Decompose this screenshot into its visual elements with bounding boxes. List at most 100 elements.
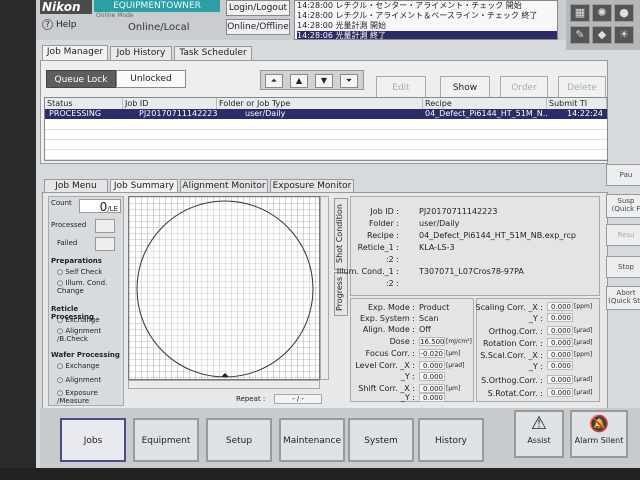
tab-alignment-monitor[interactable]: Alignment Monitor	[180, 179, 268, 192]
table-row[interactable]: PROCESSING PJ20170711142223 user/Daily 0…	[45, 109, 607, 119]
screen: Nikon ? Help EQUIPMENTOWNER Online Mode …	[0, 0, 640, 480]
processed-value	[95, 219, 115, 233]
tool-icon[interactable]: ✎	[570, 26, 590, 44]
scaling-unit: [ppm]	[574, 303, 593, 310]
nikon-logo: Nikon	[40, 0, 92, 14]
nav-system-button[interactable]: System	[348, 418, 414, 462]
scaling-y-value: 0.000	[547, 313, 573, 322]
info-reticle1-label: Reticle_1 :	[357, 243, 399, 252]
status-icon[interactable]: ●	[614, 4, 634, 22]
srotat-value: 0.000	[547, 388, 573, 397]
login-logout-button[interactable]: Login/Logout	[226, 0, 290, 16]
help-button[interactable]: ? Help	[42, 19, 77, 30]
nav-setup-button[interactable]: Setup	[206, 418, 272, 462]
column-header-submit: Submit TI	[547, 98, 607, 109]
table-row[interactable]	[45, 130, 607, 140]
nav-jobs-button[interactable]: Jobs	[60, 418, 126, 462]
current-user: EQUIPMENTOWNER	[94, 0, 220, 12]
focus-unit: [μm]	[446, 350, 461, 357]
step-label: Alignment /B.Check	[57, 327, 102, 343]
tab-progress[interactable]: Progress	[334, 272, 348, 316]
tab-job-summary[interactable]: Job Summary	[110, 179, 178, 192]
info-recipe-label: Recipe :	[367, 231, 399, 240]
sorthog-value: 0.000	[547, 375, 573, 384]
step-label: Exchange	[65, 316, 100, 324]
step-label: Alignment	[65, 376, 102, 384]
cell-folder: user/Daily	[245, 109, 286, 118]
message-line: 14:28:06 光量計測 終了	[297, 31, 557, 39]
scaling-x-label: Scaling Corr. _X :	[475, 303, 543, 312]
assist-label: Assist	[527, 436, 551, 445]
dose-value: 16.500	[419, 337, 445, 346]
sscal-x-label: S.Scal.Corr. _X :	[480, 351, 543, 360]
rotation-label: Rotation Corr. :	[483, 339, 543, 348]
tab-job-menu[interactable]: Job Menu	[44, 179, 108, 192]
nav-equipment-button[interactable]: Equipment	[133, 418, 199, 462]
wafer-map[interactable]	[128, 196, 320, 380]
move-top-icon[interactable]: ⏶	[265, 74, 283, 88]
assist-button[interactable]: ⚠ Assist	[514, 410, 564, 458]
tab-exposure-monitor[interactable]: Exposure Monitor	[270, 179, 354, 192]
resume-button[interactable]: Resu	[606, 224, 640, 246]
wafer-map-graphic	[129, 197, 319, 379]
sscal-x-value: 0.000	[547, 350, 573, 359]
move-up-icon[interactable]: ▲	[290, 74, 308, 88]
table-row[interactable]	[45, 120, 607, 130]
table-row[interactable]	[45, 140, 607, 150]
move-down-icon[interactable]: ▼	[315, 74, 333, 88]
stop-button[interactable]: Stop	[606, 256, 640, 278]
scaling-y-label: _Y :	[528, 314, 543, 323]
tab-job-history[interactable]: Job History	[110, 46, 172, 60]
tab-shot-condition[interactable]: Shot Condition	[334, 198, 348, 270]
repeat-label: Repeat :	[236, 395, 266, 403]
online-offline-button[interactable]: Online/Offline	[226, 19, 290, 35]
srotat-label: S.Rotat.Corr. :	[487, 389, 543, 398]
message-line: 14:28:00 レチクル・アライメント＆ベースライン・チェック 終了	[297, 11, 538, 20]
pause-button[interactable]: Pau	[606, 164, 640, 186]
queue-lock-button[interactable]: Queue Lock	[46, 70, 116, 88]
column-header-folder: Folder or Job Type	[217, 98, 423, 109]
wafer-vertical-scrollbar[interactable]	[320, 196, 329, 380]
grid-icon[interactable]: ▦	[570, 4, 590, 22]
message-line: 14:28:00 レチクル・センター・アライメント・チェック 開始	[297, 1, 522, 10]
alarm-silent-label: Alarm Silent	[574, 436, 624, 445]
sscal-unit: [ppm]	[574, 351, 593, 358]
tab-job-manager[interactable]: Job Manager	[42, 45, 108, 60]
step-self-check: ○ Self Check	[57, 268, 103, 276]
rotation-value: 0.000	[547, 338, 573, 347]
shift-unit: [μm]	[446, 385, 461, 392]
nav-maintenance-button[interactable]: Maintenance	[279, 418, 345, 462]
shift-x-label: Shift Corr. _X :	[358, 384, 415, 393]
table-row[interactable]	[45, 150, 607, 160]
dose-label: Dose :	[389, 337, 415, 346]
lamp-icon[interactable]: ☀	[614, 26, 634, 44]
exp-mode: Product	[419, 303, 450, 312]
exposure-params-panel: Exp. Mode : Product Exp. System : Scan A…	[350, 298, 474, 402]
help-icon: ?	[42, 19, 53, 30]
repeat-value: - / -	[274, 394, 322, 404]
column-header-recipe: Recipe	[423, 98, 547, 109]
message-log: 14:28:00 レチクル・センター・アライメント・チェック 開始 14:28:…	[294, 0, 558, 40]
alarm-silent-icon: 🔕	[589, 414, 609, 433]
online-mode-label: Online Mode	[96, 12, 134, 19]
nav-history-button[interactable]: History	[418, 418, 484, 462]
step-reticle-exchange: ○ Exchange	[57, 316, 100, 324]
drop-icon[interactable]: ◆	[592, 26, 612, 44]
info-reticle2-label: :2 :	[385, 255, 399, 264]
process-status-panel: Count 0/LE Processed Failed Preparations…	[48, 196, 124, 406]
job-queue-table: Status Job ID Folder or Job Type Recipe …	[44, 97, 608, 161]
info-illum1: T307071_L07Cros78-97PA	[419, 267, 524, 276]
tab-task-scheduler[interactable]: Task Scheduler	[174, 46, 252, 60]
abort-button[interactable]: Abort (Quick Stc	[606, 286, 640, 310]
move-bottom-icon[interactable]: ⏷	[340, 74, 358, 88]
info-illum1-label: Illum. Cond._1 :	[336, 267, 399, 276]
alarm-silent-button[interactable]: 🔕 Alarm Silent	[570, 410, 628, 458]
failed-label: Failed	[57, 239, 78, 247]
wafer-horizontal-scrollbar[interactable]	[128, 380, 320, 389]
shift-x-value: 0.000	[419, 384, 445, 393]
info-folder-label: Folder :	[369, 219, 399, 228]
help-label: Help	[56, 19, 77, 30]
rotation-unit: [μrad]	[574, 339, 593, 346]
light-icon[interactable]: ✺	[592, 4, 612, 22]
suspend-button[interactable]: Susp (Quick F	[606, 194, 640, 218]
